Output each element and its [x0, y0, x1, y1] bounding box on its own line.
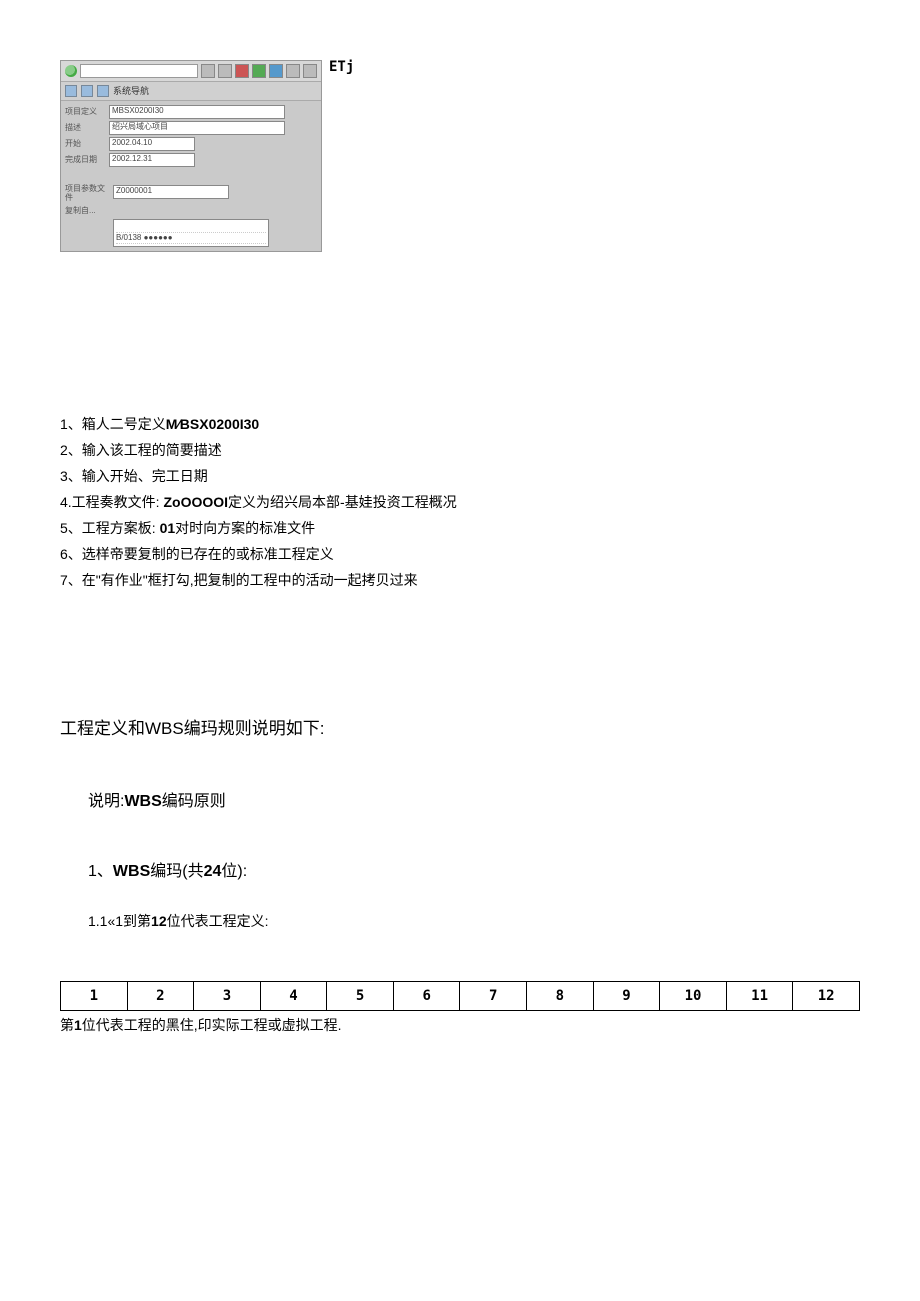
sub-title-code24: 1、WBS编玛(共24位):: [88, 857, 860, 881]
back-icon[interactable]: [65, 65, 77, 77]
nav-icon-3[interactable]: [97, 85, 109, 97]
footnote-pre: 第: [60, 1017, 74, 1033]
nav-icon-1[interactable]: [65, 85, 77, 97]
desc-input[interactable]: 绍兴局域心项目: [109, 121, 285, 135]
param-file-label: 项目参数文件: [65, 185, 109, 203]
end-input[interactable]: 2002.12.31: [109, 153, 195, 167]
instr4-code: ZoOOOOI: [163, 494, 228, 510]
position-table: 1 2 3 4 5 6 7 8 9 10 11 12: [60, 981, 860, 1011]
toolbar-button-blue[interactable]: [269, 64, 283, 78]
copy-box-line: B/0138 ●●●●●●: [116, 233, 266, 244]
start-input[interactable]: 2002.04.10: [109, 137, 195, 151]
table-cell: 10: [660, 981, 727, 1010]
table-cell: 1: [61, 981, 128, 1010]
table-cell: 11: [726, 981, 793, 1010]
sub1-post: 编码原则: [162, 793, 226, 810]
param-file-input[interactable]: Z0000001: [113, 185, 229, 199]
copy-from-box[interactable]: B/0138 ●●●●●●: [113, 219, 269, 247]
instruction-3: 3、输入开始、完工日期: [60, 464, 860, 490]
table-cell: 12: [793, 981, 860, 1010]
table-cell: 8: [527, 981, 594, 1010]
instruction-4: 4.工程奏教文件: ZoOOOOI定义为绍兴局本部-基娃投资工程概况: [60, 490, 860, 516]
nav-text: 系统导航: [113, 86, 149, 97]
lower-form-area: 项目参数文件 Z0000001 复制自... B/0138 ●●●●●●: [61, 181, 321, 251]
instruction-7: 7、在"有作业"框打勾,把复制的工程中的活动一起拷贝过来: [60, 568, 860, 594]
project-def-input[interactable]: MBSX0200I30: [109, 105, 285, 119]
sub2-num: 24: [204, 863, 222, 880]
sub2-post: 位):: [221, 863, 247, 880]
instruction-2: 2、输入该工程的简要描述: [60, 438, 860, 464]
table-cell: 7: [460, 981, 527, 1010]
table-cell: 5: [327, 981, 394, 1010]
url-bar[interactable]: [80, 64, 198, 78]
desc-label: 描述: [65, 123, 109, 133]
instr4-pre: 4.工程奏教文件:: [60, 494, 160, 510]
sub-text-1to12: 1.1«1到第12位代表工程定义:: [88, 911, 860, 931]
sub3-num: 12: [151, 913, 167, 929]
sub1-pre: 说明:: [88, 793, 124, 810]
instruction-5: 5、工程方案板: 01对时向方案的标准文件: [60, 516, 860, 542]
app-toolbar: [61, 61, 321, 82]
toolbar-button-1[interactable]: [201, 64, 215, 78]
instruction-6: 6、选样帝要复制的已存在的或标准工程定义: [60, 542, 860, 568]
toolbar-button-3[interactable]: [286, 64, 300, 78]
table-cell: 2: [127, 981, 194, 1010]
sub2-pre: 1、: [88, 863, 113, 880]
sub-title-explain: 说明:WBS编码原则: [88, 787, 860, 811]
project-def-label: 项目定义: [65, 107, 109, 117]
table-cell: 3: [194, 981, 261, 1010]
sub3-post: 位代表工程定义:: [167, 913, 269, 929]
table-cell: 9: [593, 981, 660, 1010]
copy-box-empty-line: [116, 222, 266, 233]
instruction-1: 1、箱人二号定义M∕BSX0200I30: [60, 412, 860, 438]
section-title: 工程定义和WBS编玛规则说明如下:: [60, 714, 860, 739]
sub3-pre: 1.1«1到第: [88, 913, 151, 929]
instr5-pre: 5、工程方案板:: [60, 520, 156, 536]
instr4-post: 定义为绍兴局本部-基娃投资工程概况: [228, 494, 457, 510]
table-footnote: 第1位代表工程的黑住,印实际工程或虚拟工程.: [60, 1015, 860, 1035]
sub2-mid: 编玛(共: [150, 863, 203, 880]
app-toolbar-secondary: 系统导航: [61, 82, 321, 101]
footnote-num: 1: [74, 1017, 82, 1033]
instruction-list: 1、箱人二号定义M∕BSX0200I30 2、输入该工程的简要描述 3、输入开始…: [60, 412, 860, 593]
app-window: ETj 系统导航 项目定义 MBSX0200I30 描述: [60, 60, 322, 252]
form-area: 项目定义 MBSX0200I30 描述 绍兴局域心项目 开始 2002.04.1…: [61, 101, 321, 175]
sub1-bold: WBS: [124, 793, 161, 810]
sub2-bold: WBS: [113, 863, 150, 880]
nav-icon-2[interactable]: [81, 85, 93, 97]
start-label: 开始: [65, 139, 109, 149]
footnote-post: 位代表工程的黑住,印实际工程或虚拟工程.: [82, 1017, 342, 1033]
instr1-pre: 1、箱人二号定义: [60, 416, 166, 432]
document-page: ETj 系统导航 项目定义 MBSX0200I30 描述: [0, 0, 920, 1095]
table-row: 1 2 3 4 5 6 7 8 9 10 11 12: [61, 981, 860, 1010]
instr5-code: 01: [160, 520, 176, 536]
toolbar-button-red[interactable]: [235, 64, 249, 78]
section-title-text: 工程定义和WBS编玛规则说明如下:: [60, 719, 324, 738]
toolbar-button-green[interactable]: [252, 64, 266, 78]
etj-label: ETj: [329, 59, 354, 76]
table-cell: 6: [393, 981, 460, 1010]
copy-from-label: 复制自...: [65, 207, 109, 216]
instr1-code: M∕BSX0200I30: [166, 416, 259, 432]
end-label: 完成日期: [65, 155, 109, 165]
table-cell: 4: [260, 981, 327, 1010]
toolbar-button-2[interactable]: [218, 64, 232, 78]
toolbar-button-4[interactable]: [303, 64, 317, 78]
instr5-post: 对时向方案的标准文件: [175, 520, 315, 536]
